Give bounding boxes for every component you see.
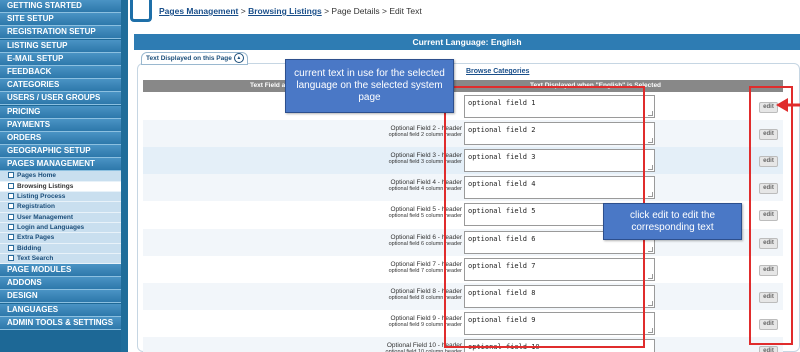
sidebar-item-page-modules[interactable]: PAGE MODULES	[0, 264, 121, 278]
sidebar-subitem-browsing-listings[interactable]: Browsing Listings	[0, 181, 121, 193]
sidebar-item-languages[interactable]: LANGUAGES	[0, 303, 121, 317]
breadcrumb-edit-text: Edit Text	[389, 6, 422, 16]
expand-box-icon	[8, 193, 14, 200]
double-arrow-icon	[776, 98, 800, 112]
sidebar-item-getting-started[interactable]: GETTING STARTED	[0, 0, 121, 13]
sidebar-subitem-listing-process[interactable]: Listing Process	[0, 192, 121, 203]
sidebar-subitem-extra-pages[interactable]: Extra Pages	[0, 233, 121, 244]
breadcrumb-separator: >	[379, 6, 390, 16]
expand-box-icon	[8, 203, 14, 210]
callout-edit-hint-label: click edit to edit the corresponding tex…	[629, 209, 716, 233]
sidebar-item-payments[interactable]: PAYMENTS	[0, 118, 121, 132]
expand-box-icon	[8, 254, 14, 261]
sidebar-subitem-label: Registration	[17, 203, 55, 211]
sidebar-subitem-login-languages[interactable]: Login and Languages	[0, 222, 121, 234]
sidebar-subitem-text-search[interactable]: Text Search	[0, 253, 121, 265]
expand-box-icon	[8, 244, 14, 251]
sidebar-item-orders[interactable]: ORDERS	[0, 131, 121, 145]
logo-icon	[130, 0, 152, 22]
expand-box-icon	[8, 213, 14, 220]
callout-current-text: current text in use for the selected lan…	[285, 59, 454, 113]
sidebar-item-addons[interactable]: ADDONS	[0, 277, 121, 291]
edit-column-highlight	[749, 86, 793, 345]
sidebar-subitem-pages-home[interactable]: Pages Home	[0, 171, 121, 182]
sidebar-item-email-setup[interactable]: E-MAIL SETUP	[0, 52, 121, 66]
column-header-text-field: Text Field a	[250, 82, 286, 89]
breadcrumb-browsing-listings[interactable]: Browsing Listings	[248, 6, 322, 16]
sidebar-subitem-label: Login and Languages	[17, 223, 85, 231]
expand-box-icon	[8, 182, 14, 189]
breadcrumb: Pages Management > Browsing Listings > P…	[159, 6, 422, 16]
callout-current-text-label: current text in use for the selected lan…	[294, 68, 445, 103]
sidebar-submenu: Pages Home Browsing Listings Listing Pro…	[0, 171, 121, 265]
sidebar-item-categories[interactable]: CATEGORIES	[0, 79, 121, 93]
browse-categories-link[interactable]: Browse Categories	[466, 68, 529, 75]
sidebar-subitem-label: Pages Home	[17, 172, 57, 180]
breadcrumb-page-details: Page Details	[331, 6, 380, 16]
expand-box-icon	[8, 223, 14, 230]
sidebar-item-pricing[interactable]: PRICING	[0, 105, 121, 119]
sidebar-item-design[interactable]: DESIGN	[0, 290, 121, 304]
expand-box-icon	[8, 172, 14, 179]
sidebar-subitem-label: Bidding	[17, 244, 42, 252]
admin-sidebar: GETTING STARTED SITE SETUP REGISTRATION …	[0, 0, 121, 352]
sidebar-subitem-registration[interactable]: Registration	[0, 202, 121, 213]
edit-button[interactable]: edit	[759, 345, 778, 352]
sidebar-subitem-label: Extra Pages	[17, 234, 55, 242]
sidebar-top-group: GETTING STARTED SITE SETUP REGISTRATION …	[0, 0, 121, 172]
sidebar-subitem-label: Text Search	[17, 254, 54, 262]
sidebar-item-users[interactable]: USERS / USER GROUPS	[0, 92, 121, 106]
sidebar-subitem-label: Listing Process	[17, 193, 66, 201]
header-bar: Pages Management > Browsing Listings > P…	[128, 0, 800, 26]
double-arrow-left-head	[776, 98, 788, 112]
current-language-bar: Current Language: English	[134, 34, 800, 50]
main-content: Pages Management > Browsing Listings > P…	[128, 0, 800, 352]
breadcrumb-pages-management[interactable]: Pages Management	[159, 6, 238, 16]
sidebar-item-admin-tools[interactable]: ADMIN TOOLS & SETTINGS	[0, 316, 121, 330]
sidebar-subitem-label: Browsing Listings	[17, 182, 74, 190]
breadcrumb-separator: >	[321, 6, 332, 16]
sidebar-item-feedback[interactable]: FEEDBACK	[0, 65, 121, 79]
sidebar-subitem-bidding[interactable]: Bidding	[0, 243, 121, 254]
sidebar-item-listing-setup[interactable]: LISTING SETUP	[0, 39, 121, 53]
sidebar-item-pages-management[interactable]: PAGES MANAGEMENT	[0, 158, 121, 172]
sidebar-subitem-label: User Management	[17, 213, 73, 221]
sidebar-bottom-group: PAGE MODULES ADDONS DESIGN LANGUAGES ADM…	[0, 264, 121, 330]
sidebar-item-registration-setup[interactable]: REGISTRATION SETUP	[0, 26, 121, 40]
section-tab[interactable]: Text Displayed on this Page ▲	[141, 52, 248, 65]
sidebar-subitem-user-management[interactable]: User Management	[0, 212, 121, 223]
sidebar-item-geographic-setup[interactable]: GEOGRAPHIC SETUP	[0, 145, 121, 159]
sidebar-item-site-setup[interactable]: SITE SETUP	[0, 13, 121, 27]
section-tab-label: Text Displayed on this Page	[146, 55, 232, 62]
collapse-arrow-icon[interactable]: ▲	[233, 53, 244, 64]
callout-edit-hint: click edit to edit the corresponding tex…	[603, 203, 742, 240]
breadcrumb-separator: >	[238, 6, 249, 16]
expand-box-icon	[8, 234, 14, 241]
